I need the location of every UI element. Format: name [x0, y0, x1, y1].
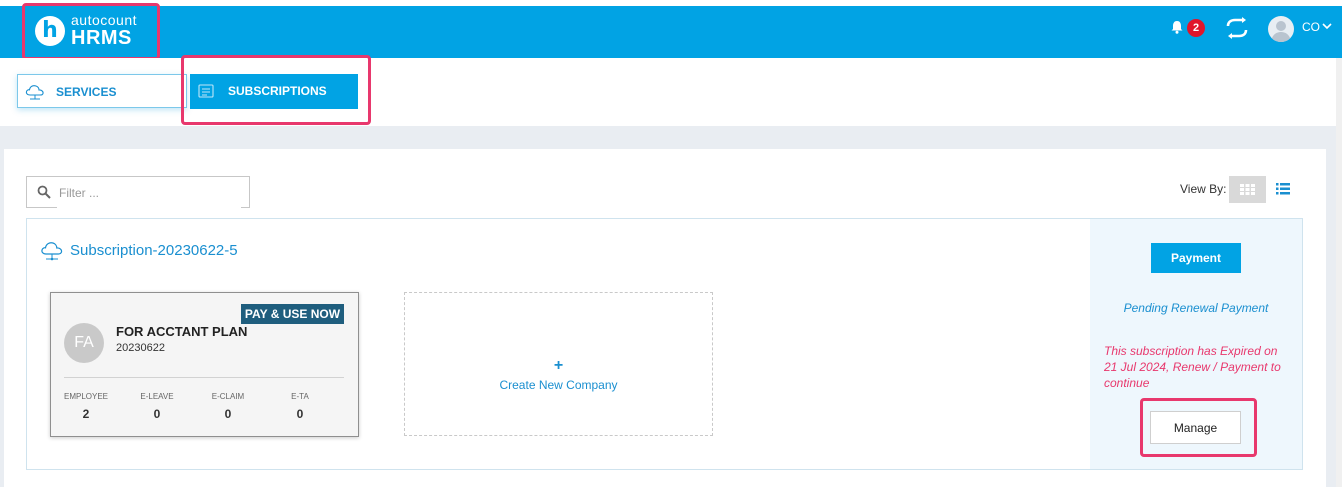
pay-use-now-badge: PAY & USE NOW	[241, 304, 344, 324]
company-name: FOR ACCTANT PLAN	[116, 324, 248, 339]
subscription-list-icon	[198, 84, 214, 98]
notification-badge: 2	[1187, 19, 1205, 37]
cloud-icon	[25, 85, 44, 100]
stat-eclaim-value: 0	[224, 407, 232, 421]
cloud-icon	[41, 242, 63, 261]
filter-field[interactable]	[26, 176, 250, 209]
company-code: 20230622	[116, 342, 165, 354]
create-company-button[interactable]: + Create New Company	[404, 292, 713, 436]
pending-renewal-text: Pending Renewal Payment	[1123, 301, 1269, 315]
expired-notice: This subscription has Expired on 21 Jul …	[1104, 344, 1281, 390]
user-icon	[1271, 21, 1291, 42]
search-icon	[37, 185, 51, 199]
payment-button[interactable]: Payment	[1151, 243, 1241, 273]
filter-input[interactable]	[57, 177, 241, 209]
stat-eta-value: 0	[296, 407, 304, 421]
tab-services-label: SERVICES	[56, 85, 117, 99]
stat-eclaim-label: E-CLAIM	[211, 392, 245, 401]
tab-services[interactable]: SERVICES	[17, 74, 187, 108]
manage-button[interactable]: Manage	[1150, 411, 1241, 444]
grid-view-button[interactable]	[1229, 176, 1266, 203]
brand-logo[interactable]: h autocount HRMS	[22, 3, 160, 60]
user-initials[interactable]: CO	[1302, 20, 1320, 34]
card-divider	[64, 377, 344, 378]
subscription-title[interactable]: Subscription-20230622-5	[70, 242, 238, 259]
sync-icon[interactable]	[1225, 17, 1249, 39]
avatar[interactable]	[1268, 16, 1294, 42]
company-initials-avatar: FA	[64, 323, 104, 363]
stat-eleave-label: E-LEAVE	[140, 392, 174, 401]
grid-icon	[1240, 184, 1255, 195]
stat-employee-label: EMPLOYEE	[63, 392, 108, 401]
tab-subscriptions[interactable]: SUBSCRIPTIONS	[190, 74, 358, 109]
stat-eleave-value: 0	[153, 407, 161, 421]
chevron-down-icon[interactable]	[1322, 21, 1332, 31]
stat-eta-label: E-TA	[291, 392, 309, 401]
stat-employee-value: 2	[82, 407, 90, 421]
plus-icon: +	[553, 357, 564, 374]
tab-subscriptions-label: SUBSCRIPTIONS	[228, 84, 327, 98]
view-by-label: View By:	[1180, 182, 1227, 196]
brand-logo-icon: h	[35, 16, 65, 46]
scrollbar[interactable]	[1336, 58, 1342, 487]
bell-icon[interactable]	[1170, 20, 1184, 34]
list-view-icon[interactable]	[1275, 181, 1291, 197]
app-header	[0, 6, 1342, 58]
brand-name-top: autocount	[71, 12, 137, 28]
create-company-label: Create New Company	[499, 378, 618, 392]
brand-name-bottom: HRMS	[71, 27, 132, 49]
